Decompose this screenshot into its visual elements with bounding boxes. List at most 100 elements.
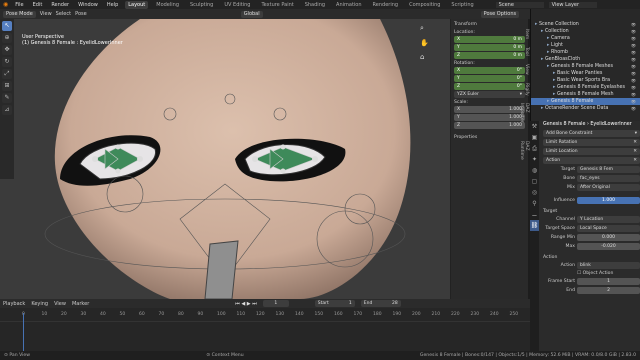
object-action-checkbox[interactable]: ☐ Object Action — [577, 271, 640, 276]
outliner-row[interactable]: ▸ Camera 👁 — [531, 35, 640, 42]
visibility-eye-icon[interactable]: 👁 — [631, 84, 636, 91]
menu-edit[interactable]: Edit — [31, 2, 45, 8]
tab-scripting[interactable]: Scripting — [448, 1, 476, 9]
menu-render[interactable]: Render — [49, 2, 71, 8]
frame-start-field[interactable]: 1 — [577, 278, 640, 285]
constraint-limit-rotation[interactable]: Limit Rotation ✕ — [543, 139, 640, 146]
tab-daz-importer[interactable]: DAZ Importer — [519, 103, 529, 132]
visibility-eye-icon[interactable]: 👁 — [631, 21, 636, 28]
outliner-row[interactable]: ▸ Genesis 8 Female 👁 — [531, 98, 640, 105]
camera-icon[interactable]: ⌂ — [420, 53, 429, 61]
channel-select[interactable]: Y Location — [577, 216, 640, 223]
frame-ruler[interactable]: 0102030405060708090100110120130140150160… — [0, 312, 530, 322]
visibility-eye-icon[interactable]: 👁 — [631, 70, 636, 77]
timeline-view-menu[interactable]: View — [54, 301, 66, 307]
target-field[interactable]: Genesis 8 Fem — [577, 166, 640, 173]
rotation-y-field[interactable]: Y 0° — [454, 75, 525, 82]
visibility-eye-icon[interactable]: 👁 — [631, 91, 636, 98]
visibility-eye-icon[interactable]: 👁 — [631, 49, 636, 56]
visibility-eye-icon[interactable]: 👁 — [631, 63, 636, 70]
measure-tool-icon[interactable]: ⊿ — [2, 105, 12, 115]
playback-menu[interactable]: Playback — [3, 301, 25, 307]
orientation-selector[interactable]: Global — [240, 10, 263, 18]
outliner-row[interactable]: ▸ Collection 👁 — [531, 28, 640, 35]
visibility-eye-icon[interactable]: 👁 — [631, 35, 636, 42]
range-min-field[interactable]: 0.000 — [577, 234, 640, 241]
tab-layout[interactable]: Layout — [125, 0, 149, 9]
location-x-field[interactable]: X 0 m — [454, 36, 525, 43]
outliner-row[interactable]: ▸ Genesis 8 Female Meshes 👁 — [531, 63, 640, 70]
tab-tool[interactable]: Tool — [523, 47, 529, 56]
outliner-row[interactable]: ▸ Light 👁 — [531, 42, 640, 49]
pan-icon[interactable]: ✋ — [420, 39, 429, 47]
menu-pose[interactable]: Pose — [75, 11, 87, 17]
keying-menu[interactable]: Keying — [31, 301, 48, 307]
tab-modeling[interactable]: Modeling — [153, 1, 182, 9]
scene-tab-icon[interactable]: ✦ — [530, 154, 539, 165]
add-bone-constraint-button[interactable]: Add Bone Constraint ▾ — [543, 130, 640, 137]
outliner-row[interactable]: ▸ Rhomb 👁 — [531, 49, 640, 56]
menu-help[interactable]: Help — [105, 2, 120, 8]
action-section[interactable]: Action — [543, 255, 640, 260]
marker-menu[interactable]: Marker — [72, 301, 89, 307]
transform-tool-icon[interactable]: ⊞ — [2, 81, 12, 91]
outliner-row[interactable]: ▸ GenBloasCloth 👁 — [531, 56, 640, 63]
scale-y-field[interactable]: Y 1.000 — [454, 114, 525, 121]
tab-shading[interactable]: Shading — [302, 1, 328, 9]
menu-file[interactable]: File — [13, 2, 25, 8]
pose-options-button[interactable]: Pose Options — [480, 10, 520, 18]
frame-end-field[interactable]: 2 — [577, 287, 640, 294]
visibility-eye-icon[interactable]: 👁 — [631, 28, 636, 35]
current-frame-field[interactable]: 1 — [262, 300, 289, 307]
scale-x-field[interactable]: X 1.000 — [454, 106, 525, 113]
action-field[interactable]: blink — [577, 262, 640, 269]
tab-texture-paint[interactable]: Texture Paint — [258, 1, 296, 9]
bone-field[interactable]: fac_eyes — [577, 175, 640, 182]
annotate-tool-icon[interactable]: ✎ — [2, 93, 12, 103]
properties-header[interactable]: Properties — [451, 132, 528, 143]
visibility-eye-icon[interactable]: 👁 — [631, 105, 636, 112]
object-tab-icon[interactable]: ▢ — [530, 176, 539, 187]
outliner-row[interactable]: ▸ Basic Wear Panties 👁 — [531, 70, 640, 77]
visibility-eye-icon[interactable]: 👁 — [631, 56, 636, 63]
tab-animation[interactable]: Animation — [333, 1, 365, 9]
outliner-row[interactable]: ▸ Scene Collection 👁 — [531, 21, 640, 28]
playhead[interactable] — [23, 313, 24, 351]
menu-window[interactable]: Window — [76, 2, 100, 8]
outliner-row[interactable]: ▸ Genesis 8 Female Mesh 👁 — [531, 91, 640, 98]
constraint-limit-location[interactable]: Limit Location ✕ — [543, 148, 640, 155]
rotation-x-field[interactable]: X 0° — [454, 67, 525, 74]
tab-rigify[interactable]: Rigify — [523, 83, 529, 96]
bone-constraint-tab-icon[interactable]: ⛓ — [530, 220, 539, 231]
menu-select[interactable]: Select — [56, 11, 71, 17]
tab-rendering[interactable]: Rendering — [370, 1, 402, 9]
max-field[interactable]: -0.020 — [577, 243, 640, 250]
target-section[interactable]: Target — [543, 209, 640, 214]
tab-compositing[interactable]: Compositing — [406, 1, 443, 9]
output-tab-icon[interactable]: ⎙ — [530, 143, 539, 154]
mix-select[interactable]: After Original — [577, 184, 640, 191]
visibility-eye-icon[interactable]: 👁 — [631, 98, 636, 105]
constraint-action[interactable]: Action ✕ — [543, 157, 640, 164]
tab-item[interactable]: Item — [523, 29, 529, 39]
location-z-field[interactable]: Z 0 m — [454, 52, 525, 59]
scale-tool-icon[interactable]: ⤢ — [2, 69, 12, 79]
outliner-row[interactable]: ▸ Basic Wear Sports Bra 👁 — [531, 77, 640, 84]
mode-selector[interactable]: Pose Mode — [3, 10, 36, 18]
3d-viewport[interactable]: User Perspective (1) Genesis 8 Female : … — [0, 19, 455, 299]
tab-uv-editing[interactable]: UV Editing — [221, 1, 253, 9]
influence-slider[interactable]: 1.000 — [577, 197, 640, 204]
blender-logo-icon[interactable]: ◉ — [3, 1, 8, 8]
cursor-tool-icon[interactable]: ⊕ — [2, 33, 12, 43]
zoom-icon[interactable]: ⌕ — [420, 24, 429, 33]
menu-view[interactable]: View — [40, 11, 52, 17]
render-tab-icon[interactable]: ▣ — [530, 132, 539, 143]
rotation-z-field[interactable]: Z 0° — [454, 83, 525, 90]
play-controls[interactable]: ⏮ ◀ ▶ ⏭ — [235, 301, 256, 307]
visibility-eye-icon[interactable]: 👁 — [631, 77, 636, 84]
transform-header[interactable]: Transform — [451, 19, 528, 30]
outliner-row[interactable]: ▸ Genesis 8 Female Eyelashes 👁 — [531, 84, 640, 91]
rotation-mode-select[interactable]: YZX Euler ▾ — [454, 91, 525, 98]
view-layer-selector[interactable]: View Layer — [548, 1, 597, 8]
location-y-field[interactable]: Y 0 m — [454, 44, 525, 51]
